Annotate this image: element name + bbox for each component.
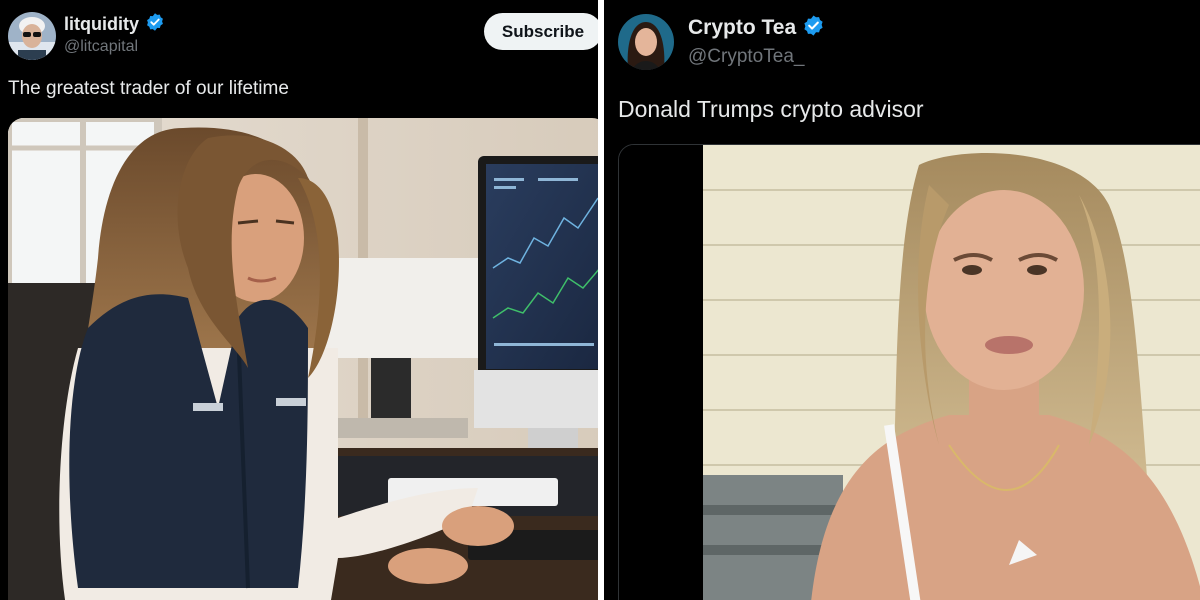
tweet-crypto-tea: Crypto Tea @CryptoTea_ Donald Trumps cry… bbox=[604, 0, 1200, 600]
tweet-litquidity: litquidity @litcapital Subscribe The gre… bbox=[0, 0, 598, 600]
handle[interactable]: @CryptoTea_ bbox=[688, 46, 804, 68]
avatar[interactable] bbox=[618, 14, 674, 70]
avatar[interactable] bbox=[8, 12, 56, 60]
verified-badge-icon bbox=[145, 12, 165, 37]
tweet-media[interactable] bbox=[618, 144, 1200, 600]
verified-badge-icon bbox=[802, 14, 825, 42]
tweet-media[interactable] bbox=[8, 118, 598, 600]
display-name[interactable]: Crypto Tea bbox=[688, 16, 796, 40]
tweet-text: Donald Trumps crypto advisor bbox=[618, 96, 924, 122]
woman-at-trading-desk-photo-icon bbox=[8, 118, 598, 600]
woman-portrait-avatar-icon bbox=[618, 14, 674, 70]
subscribe-button[interactable]: Subscribe bbox=[484, 13, 598, 50]
display-name[interactable]: litquidity bbox=[64, 14, 139, 35]
tweet-text: The greatest trader of our lifetime bbox=[8, 78, 289, 99]
man-with-sunglasses-avatar-icon bbox=[8, 12, 56, 60]
handle[interactable]: @litcapital bbox=[64, 38, 138, 56]
woman-video-still-icon bbox=[619, 145, 1200, 600]
